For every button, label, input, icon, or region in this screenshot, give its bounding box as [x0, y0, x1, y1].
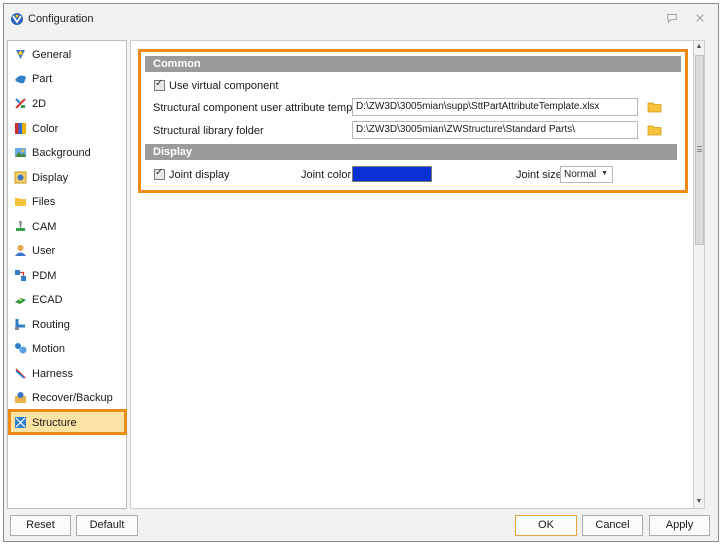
- sidebar-item-routing[interactable]: Routing: [8, 314, 126, 336]
- sidebar-item-label: PDM: [32, 270, 57, 282]
- sidebar-item-background[interactable]: Background: [8, 142, 126, 164]
- ecad-icon: [15, 298, 26, 304]
- sidebar-item-label: 2D: [32, 98, 47, 110]
- selected-item-highlight: [8, 409, 127, 435]
- sidebar-item-motion[interactable]: Motion: [8, 338, 126, 360]
- sidebar-item-label: Harness: [32, 368, 73, 380]
- sidebar-item-label: Background: [32, 147, 91, 159]
- color-icon: [15, 123, 26, 134]
- sidebar-item-label: Recover/Backup: [32, 392, 113, 404]
- scroll-down-icon[interactable]: ▼: [695, 498, 703, 506]
- sidebar-item-label: ECAD: [32, 294, 63, 306]
- recover-icon: [15, 392, 26, 403]
- sidebar-item-label: Part: [32, 73, 53, 85]
- close-icon[interactable]: [693, 12, 707, 26]
- apply-button[interactable]: Apply: [649, 515, 710, 536]
- harness-icon: [15, 368, 26, 379]
- sidebar-item-general[interactable]: General: [8, 44, 126, 66]
- sidebar-item-color[interactable]: Color: [8, 118, 126, 140]
- app-logo-icon: [11, 13, 23, 25]
- folder-icon: [15, 198, 26, 206]
- sidebar-item-label: Routing: [32, 319, 70, 331]
- part-icon: [15, 75, 26, 84]
- sidebar-item-label: Files: [32, 196, 56, 208]
- title-bar[interactable]: Configuration: [4, 4, 718, 34]
- scroll-up-icon[interactable]: ▲: [695, 43, 703, 51]
- sidebar-item-recover-backup[interactable]: Recover/Backup: [8, 387, 126, 409]
- sidebar-item-part[interactable]: Part: [8, 68, 126, 90]
- sidebar-item-label: Display: [32, 172, 69, 184]
- sidebar-item-label: User: [32, 245, 56, 257]
- category-sidebar: General Part 2D Color Background Display…: [7, 40, 127, 509]
- routing-icon: [15, 319, 25, 330]
- window-title: Configuration: [28, 13, 94, 25]
- sidebar-item-harness[interactable]: Harness: [8, 363, 126, 385]
- vertical-scrollbar[interactable]: ▲ ▼: [693, 40, 705, 509]
- sidebar-item-label: Motion: [32, 343, 66, 355]
- user-icon: [15, 245, 26, 256]
- cancel-button[interactable]: Cancel: [582, 515, 643, 536]
- help-chat-icon[interactable]: [665, 12, 679, 26]
- general-icon: [16, 50, 25, 59]
- sidebar-item-files[interactable]: Files: [8, 191, 126, 213]
- sidebar-item-pdm[interactable]: PDM: [8, 265, 126, 287]
- ok-button[interactable]: OK: [515, 515, 577, 536]
- display-icon: [14, 171, 27, 184]
- default-button[interactable]: Default: [76, 515, 138, 536]
- motion-icon: [15, 343, 27, 354]
- scroll-thumb[interactable]: [695, 55, 704, 245]
- sidebar-item-user[interactable]: User: [8, 240, 126, 262]
- sidebar-item-label: CAM: [32, 221, 57, 233]
- sidebar-item-display[interactable]: Display: [8, 167, 126, 189]
- sidebar-item-2d[interactable]: 2D: [8, 93, 126, 115]
- reset-button[interactable]: Reset: [10, 515, 71, 536]
- pdm-icon: [15, 270, 26, 281]
- 2d-icon: [15, 98, 26, 109]
- grip-icon: [697, 146, 702, 152]
- structure-settings-highlight: [138, 49, 688, 193]
- sidebar-item-ecad[interactable]: ECAD: [8, 289, 126, 311]
- background-icon: [15, 148, 26, 157]
- sidebar-item-label: General: [32, 49, 72, 61]
- cam-icon: [16, 221, 25, 231]
- sidebar-item-label: Color: [32, 123, 59, 135]
- sidebar-item-cam[interactable]: CAM: [8, 216, 126, 238]
